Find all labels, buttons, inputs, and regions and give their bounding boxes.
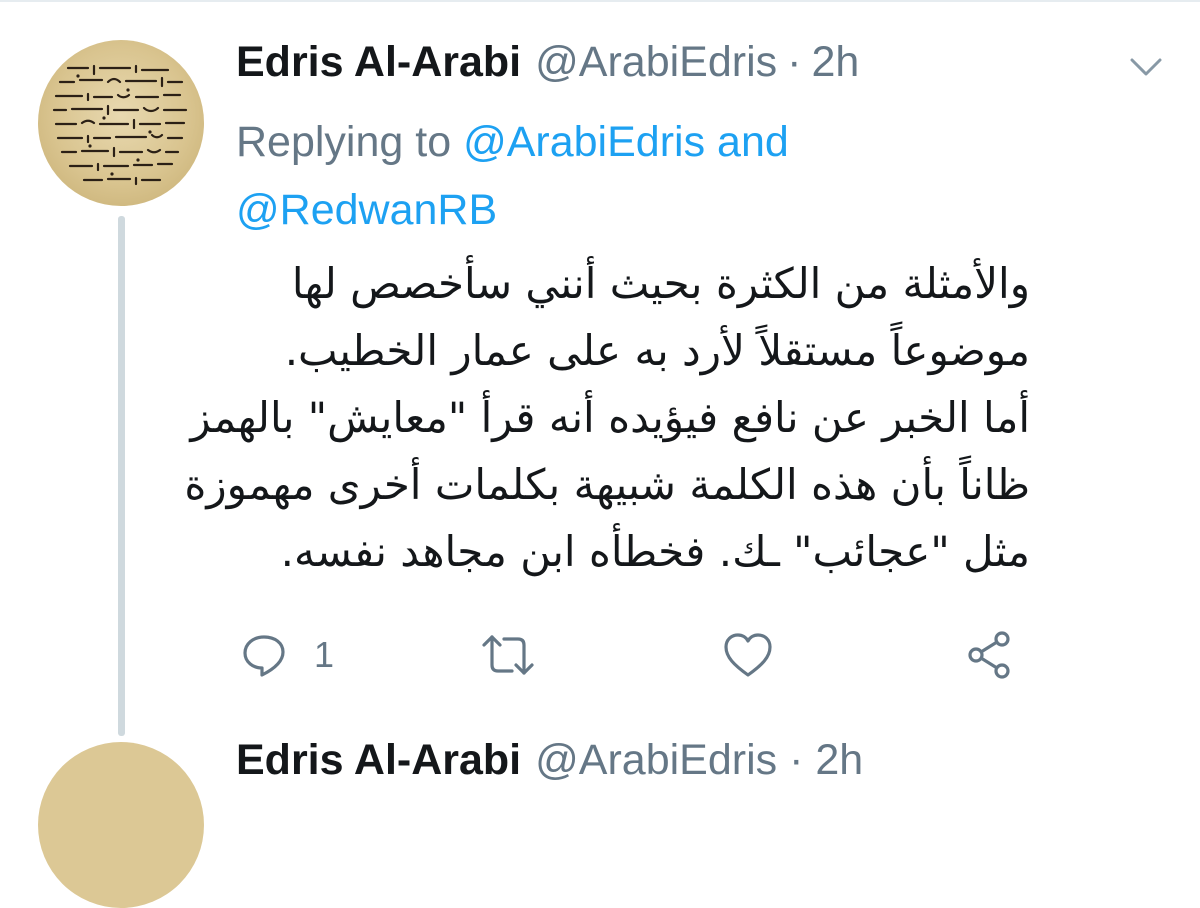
reply-mention-arabiedris[interactable]: @ArabiEdris (463, 118, 705, 166)
tweet-text: والأمثلة من الكثرة بحيث أنني سأخصص لها م… (184, 250, 1030, 585)
tweet-text-line: موضوعاً مستقلاً لأرد به على عمار الخطيب. (284, 326, 1030, 375)
retweet-icon (482, 635, 534, 675)
user-handle[interactable]: @ArabiEdris (535, 38, 777, 87)
next-user-handle[interactable]: @ArabiEdris · 2h (535, 736, 863, 784)
tweet-text-line: والأمثلة من الكثرة بحيث أنني سأخصص لها (291, 259, 1030, 308)
reply-button[interactable]: 1 (240, 620, 334, 690)
reply-count: 1 (314, 634, 335, 675)
tweet-text-line: ظاناً بأن هذه الكلمة شبيهة بكلمات أخرى م… (184, 460, 1030, 509)
like-button[interactable] (722, 620, 774, 690)
tweet-menu-button[interactable] (1124, 48, 1168, 84)
share-button[interactable] (964, 620, 1016, 690)
tweet-text-line: مثل "عجائب" ـك. فخطأه ابن مجاهد نفسه. (280, 527, 1030, 576)
avatar[interactable] (38, 40, 204, 206)
tweet-text-line: أما الخبر عن نافع فيؤيده أنه قرأ "معايش"… (190, 393, 1030, 442)
heart-icon (724, 633, 772, 677)
reply-mention-redwanrb[interactable]: @RedwanRB (236, 186, 497, 234)
reply-icon (243, 635, 285, 677)
tweet-actions: 1 (236, 620, 1036, 690)
tweet-header: Edris Al-Arabi @ArabiEdris · 2h (236, 38, 859, 94)
reply-and[interactable]: and (717, 118, 789, 166)
next-tweet-header: Edris Al-Arabi @ArabiEdris · 2h (236, 732, 863, 788)
replying-to-label: Replying to (236, 118, 464, 166)
manuscript-avatar (52, 64, 188, 186)
thread-connector (118, 216, 125, 736)
retweet-button[interactable] (480, 620, 536, 690)
separator-dot: · (787, 38, 802, 86)
next-tweet-avatar[interactable] (38, 742, 204, 908)
top-divider (0, 0, 1200, 2)
chevron-down-icon (1130, 58, 1162, 76)
display-name[interactable]: Edris Al-Arabi (236, 38, 521, 87)
next-display-name[interactable]: Edris Al-Arabi (236, 736, 521, 784)
share-icon (968, 631, 1010, 679)
timestamp[interactable]: 2h (811, 38, 859, 87)
replying-to: Replying to @ArabiEdris and @RedwanRB (236, 108, 996, 244)
